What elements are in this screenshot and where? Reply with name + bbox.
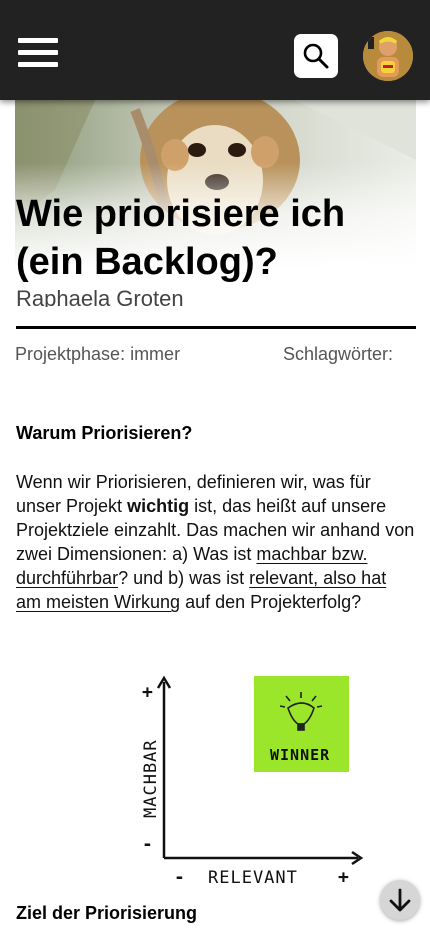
search-button[interactable]	[294, 34, 338, 78]
keywords-label: Schlagwörter:	[283, 344, 394, 364]
project-phase: Projektphase: immer	[15, 344, 181, 364]
section-heading-goal: Ziel der Priorisierung	[16, 903, 198, 923]
divider	[16, 326, 416, 329]
user-avatar[interactable]	[363, 31, 413, 81]
y-axis-minus: -	[142, 834, 153, 855]
x-axis-minus: -	[174, 867, 185, 888]
priority-diagram: + - MACHBAR - RELEVANT + WINNER	[128, 668, 368, 890]
top-bar	[0, 0, 430, 100]
winner-label: WINNER	[270, 746, 330, 764]
scroll-down-button[interactable]	[380, 880, 420, 920]
article-author: Raphaela Groten	[16, 286, 184, 307]
y-axis-label: MACHBAR	[141, 739, 161, 818]
intro-paragraph: Wenn wir Priorisieren, definieren wir, w…	[16, 472, 415, 612]
arrow-down-icon	[389, 888, 411, 912]
x-axis-label: RELEVANT	[208, 868, 298, 888]
y-axis-plus: +	[142, 682, 153, 703]
section-heading-why-prioritize: Warum Priorisieren?	[16, 423, 193, 443]
article-title: Wie priorisiere ich (ein Backlog)?	[16, 193, 346, 283]
hamburger-menu-icon[interactable]	[18, 38, 58, 68]
search-icon	[303, 43, 329, 69]
x-axis-plus: +	[338, 867, 349, 888]
emphasis-wichtig: wichtig	[127, 496, 190, 516]
